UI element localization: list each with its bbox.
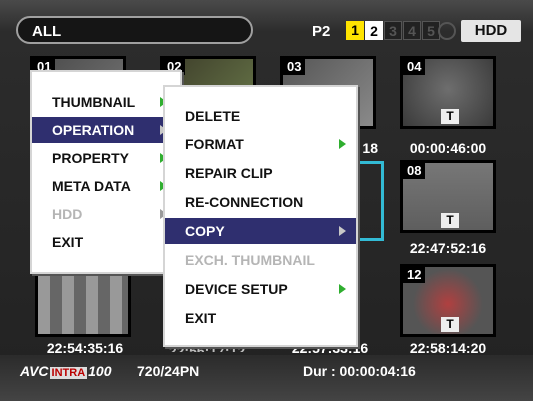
clip-number: 12 [403,267,426,283]
menu-item-operation[interactable]: OPERATION [32,117,180,143]
slot-2[interactable]: 2 [365,21,383,40]
submenu-item-label: FORMAT [185,136,244,152]
operation-submenu: DELETE FORMAT REPAIR CLIP RE-CONNECTION … [163,85,358,347]
clip-number: 04 [403,59,426,75]
menu-item-label: HDD [52,206,83,222]
menu-item-label: OPERATION [52,122,135,138]
menu-item-hdd: HDD [32,201,180,227]
submenu-item-label: RE-CONNECTION [185,194,304,210]
clip-duration: Dur : 00:00:04:16 [303,363,416,379]
camera-screen: ALL P2 1 2 3 4 5 HDD 01 02 03 04 T 18 00… [0,0,533,401]
thumbnail-image [38,267,128,334]
codec-intra: INTRA [49,367,88,379]
menu-item-thumbnail[interactable]: THUMBNAIL [32,89,180,115]
menu-item-meta-data[interactable]: META DATA [32,173,180,199]
submenu-item-format[interactable]: FORMAT [165,131,356,157]
drive-icon [438,22,456,40]
text-memo-badge: T [441,109,459,124]
thumbnail-04[interactable]: 04 T [400,56,496,129]
menu-item-label: PROPERTY [52,150,130,166]
submenu-item-copy[interactable]: COPY [165,218,356,244]
submenu-item-label: REPAIR CLIP [185,165,273,181]
submenu-arrow-icon [339,226,346,236]
menu-item-label: EXIT [52,234,84,250]
submenu-item-re-connection[interactable]: RE-CONNECTION [165,189,356,215]
top-bar: ALL P2 1 2 3 4 5 HDD [6,14,527,48]
media-label: P2 [312,23,331,40]
codec-logo: AVC INTRA 100 [20,363,112,379]
status-bar: AVC INTRA 100 720/24PN Dur : 00:00:04:16 [0,355,533,401]
submenu-item-delete[interactable]: DELETE [165,103,356,129]
submenu-item-repair-clip[interactable]: REPAIR CLIP [165,160,356,186]
submenu-item-device-setup[interactable]: DEVICE SETUP [165,276,356,302]
submenu-item-exit[interactable]: EXIT [165,305,356,331]
video-format: 720/24PN [137,363,200,379]
submenu-item-label: EXIT [185,310,217,326]
menu-item-label: THUMBNAIL [52,94,136,110]
submenu-item-label: COPY [185,223,225,239]
text-memo-badge: T [441,317,459,332]
thumbnail-08[interactable]: 08 T [400,160,496,233]
submenu-item-label: EXCH. THUMBNAIL [185,252,315,268]
thumbnail-09[interactable] [35,264,131,337]
submenu-arrow-icon [339,139,346,149]
hdd-button[interactable]: HDD [461,20,521,42]
thumbnail-12[interactable]: 12 T [400,264,496,337]
submenu-item-label: DELETE [185,108,241,124]
codec-prefix: AVC [20,363,49,379]
submenu-item-exch-thumbnail: EXCH. THUMBNAIL [165,247,356,273]
timecode: 22:58:14:20 [409,340,487,356]
slot-1[interactable]: 1 [346,21,364,40]
timecode: 00:00:46:00 [409,140,487,156]
submenu-arrow-icon [339,284,346,294]
submenu-item-label: DEVICE SETUP [185,281,288,297]
clip-number: 03 [283,59,306,75]
codec-suffix: 100 [88,363,112,379]
clip-number: 08 [403,163,426,179]
main-menu: THUMBNAIL OPERATION PROPERTY META DATA H… [30,70,182,274]
filter-all[interactable]: ALL [16,16,253,44]
slot-4: 4 [403,21,421,40]
menu-item-exit[interactable]: EXIT [32,229,180,255]
slot-3: 3 [384,21,402,40]
menu-item-label: META DATA [52,178,131,194]
menu-item-property[interactable]: PROPERTY [32,145,180,171]
text-memo-badge: T [441,213,459,228]
timecode: 22:47:52:16 [409,240,487,256]
timecode: 22:54:35:16 [46,340,124,356]
